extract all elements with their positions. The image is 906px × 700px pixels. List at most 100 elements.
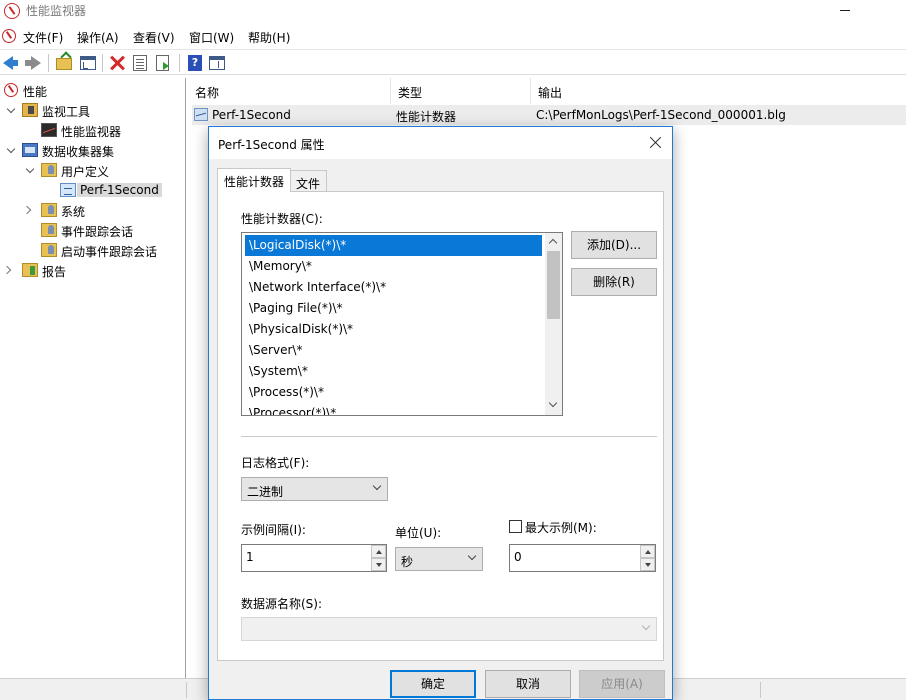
ok-button[interactable]: 确定 [390, 670, 476, 698]
toolbar: ? [0, 49, 906, 75]
remove-counter-button[interactable]: 删除(R) [571, 268, 657, 296]
tree-item-reports[interactable]: 报告 [0, 260, 186, 280]
tree-item-performance-monitor[interactable]: 性能监视器 [0, 120, 186, 140]
apply-button[interactable]: 应用(A) [579, 670, 665, 698]
max-samples-value: 0 [514, 550, 522, 564]
list-item[interactable]: \LogicalDisk(*)\* [245, 235, 542, 256]
delete-icon[interactable] [108, 54, 126, 72]
reports-icon [22, 263, 38, 277]
spin-down-icon[interactable] [371, 558, 386, 571]
list-item[interactable]: \Process(*)\* [245, 382, 542, 403]
log-format-select[interactable]: 二进制 [241, 477, 388, 501]
chevron-down-icon[interactable] [7, 146, 15, 154]
data-source-select[interactable] [241, 617, 657, 641]
show-hide-pane-icon[interactable] [208, 54, 226, 72]
scrollbar-thumb[interactable] [547, 251, 560, 319]
status-divider [186, 682, 187, 698]
window-title: 性能监视器 [26, 4, 87, 18]
chevron-right-icon[interactable] [4, 266, 12, 274]
spin-down-icon[interactable] [640, 558, 655, 571]
column-header-output[interactable]: 输出 [531, 78, 906, 104]
row-name: Perf-1Second [212, 108, 291, 122]
performance-icon [4, 83, 18, 97]
spin-up-icon[interactable] [640, 545, 655, 558]
data-collector-sets-icon [22, 143, 38, 157]
export-list-icon[interactable] [155, 54, 173, 72]
max-samples-stepper[interactable] [640, 545, 655, 571]
minimize-button[interactable] [830, 0, 876, 24]
tree-item-system[interactable]: 系统 [0, 200, 186, 220]
console-tree: 性能 监视工具 性能监视器 数据收集器集 用户定义 Perf-1Second 系… [0, 78, 186, 678]
max-samples-input[interactable]: 0 [509, 544, 656, 572]
toolbar-separator [48, 54, 49, 72]
dialog-title: Perf-1Second 属性 [218, 138, 325, 152]
monitoring-tools-icon [22, 103, 38, 117]
units-label: 单位(U): [395, 526, 442, 540]
column-header-type[interactable]: 类型 [391, 78, 531, 104]
counters-label: 性能计数器(C): [241, 212, 323, 226]
sample-interval-input[interactable]: 1 [241, 544, 387, 572]
chevron-right-icon[interactable] [24, 206, 32, 214]
help-icon[interactable]: ? [186, 54, 204, 72]
table-row[interactable]: Perf-1Second 性能计数器 C:\PerfMonLogs\Perf-1… [192, 105, 906, 125]
close-icon[interactable] [646, 133, 666, 153]
perfmon-app-icon [4, 3, 20, 19]
add-counter-button[interactable]: 添加(D)... [571, 231, 657, 259]
counters-listbox[interactable]: \LogicalDisk(*)\* \Memory\* \Network Int… [241, 232, 563, 416]
section-divider [241, 436, 657, 437]
tab-file[interactable]: 文件 [289, 170, 328, 192]
max-samples-label: 最大示例(M): [525, 521, 597, 535]
list-item[interactable]: \Paging File(*)\* [245, 298, 542, 319]
sample-interval-stepper[interactable] [371, 545, 386, 571]
max-samples-checkbox[interactable] [509, 520, 522, 533]
row-output: C:\PerfMonLogs\Perf-1Second_000001.blg [536, 108, 786, 122]
toolbar-separator [102, 54, 103, 72]
spin-up-icon[interactable] [371, 545, 386, 558]
tree-item-perf-1second[interactable]: Perf-1Second [0, 180, 186, 200]
scroll-up-icon[interactable] [549, 238, 557, 246]
list-item[interactable]: \Server\* [245, 340, 542, 361]
vertical-scrollbar[interactable] [545, 233, 562, 415]
forward-icon[interactable] [24, 54, 42, 72]
event-trace-folder-icon [41, 223, 57, 237]
tree-item-data-collector-sets[interactable]: 数据收集器集 [0, 140, 186, 160]
list-item[interactable]: \System\* [245, 361, 542, 382]
list-item[interactable]: \Processor(*)\* [245, 403, 542, 415]
chevron-down-icon [374, 485, 381, 492]
console-tree-icon[interactable] [79, 54, 97, 72]
list-item[interactable]: \PhysicalDisk(*)\* [245, 319, 542, 340]
up-folder-icon[interactable] [55, 54, 73, 72]
tab-performance-counters[interactable]: 性能计数器 [217, 168, 292, 192]
list-item[interactable]: \Memory\* [245, 256, 542, 277]
toolbar-separator [179, 54, 180, 72]
title-bar: 性能监视器 [0, 0, 906, 24]
back-icon[interactable] [2, 54, 20, 72]
tab-panel: 性能计数器(C): \LogicalDisk(*)\* \Memory\* \N… [217, 191, 664, 661]
column-header-name[interactable]: 名称 [188, 78, 391, 104]
data-collector-set-icon [60, 183, 76, 197]
units-select[interactable]: 秒 [395, 547, 483, 571]
log-format-value: 二进制 [247, 485, 284, 499]
properties-icon[interactable] [131, 54, 149, 72]
scroll-down-icon[interactable] [549, 401, 557, 409]
user-defined-folder-icon [41, 163, 57, 177]
sample-interval-label: 示例间隔(I): [241, 523, 306, 537]
tree-item-user-defined[interactable]: 用户定义 [0, 160, 186, 180]
menu-file[interactable]: 文件(F) [23, 29, 63, 46]
chevron-down-icon[interactable] [7, 106, 15, 114]
data-collector-set-icon [194, 108, 208, 121]
tree-item-performance[interactable]: 性能 [0, 80, 186, 100]
data-source-label: 数据源名称(S): [241, 597, 323, 611]
menu-help[interactable]: 帮助(H) [248, 29, 290, 46]
menu-action[interactable]: 操作(A) [77, 29, 119, 46]
chevron-down-icon[interactable] [26, 166, 34, 174]
menu-view[interactable]: 查看(V) [133, 29, 175, 46]
menu-window[interactable]: 窗口(W) [189, 29, 234, 46]
cancel-button[interactable]: 取消 [485, 670, 571, 698]
tree-item-monitoring-tools[interactable]: 监视工具 [0, 100, 186, 120]
units-value: 秒 [401, 555, 414, 569]
list-item[interactable]: \Network Interface(*)\* [245, 277, 542, 298]
tree-item-event-trace-sessions[interactable]: 事件跟踪会话 [0, 220, 186, 240]
system-menu-icon[interactable] [2, 29, 16, 43]
tree-item-startup-event-trace-sessions[interactable]: 启动事件跟踪会话 [0, 240, 186, 260]
